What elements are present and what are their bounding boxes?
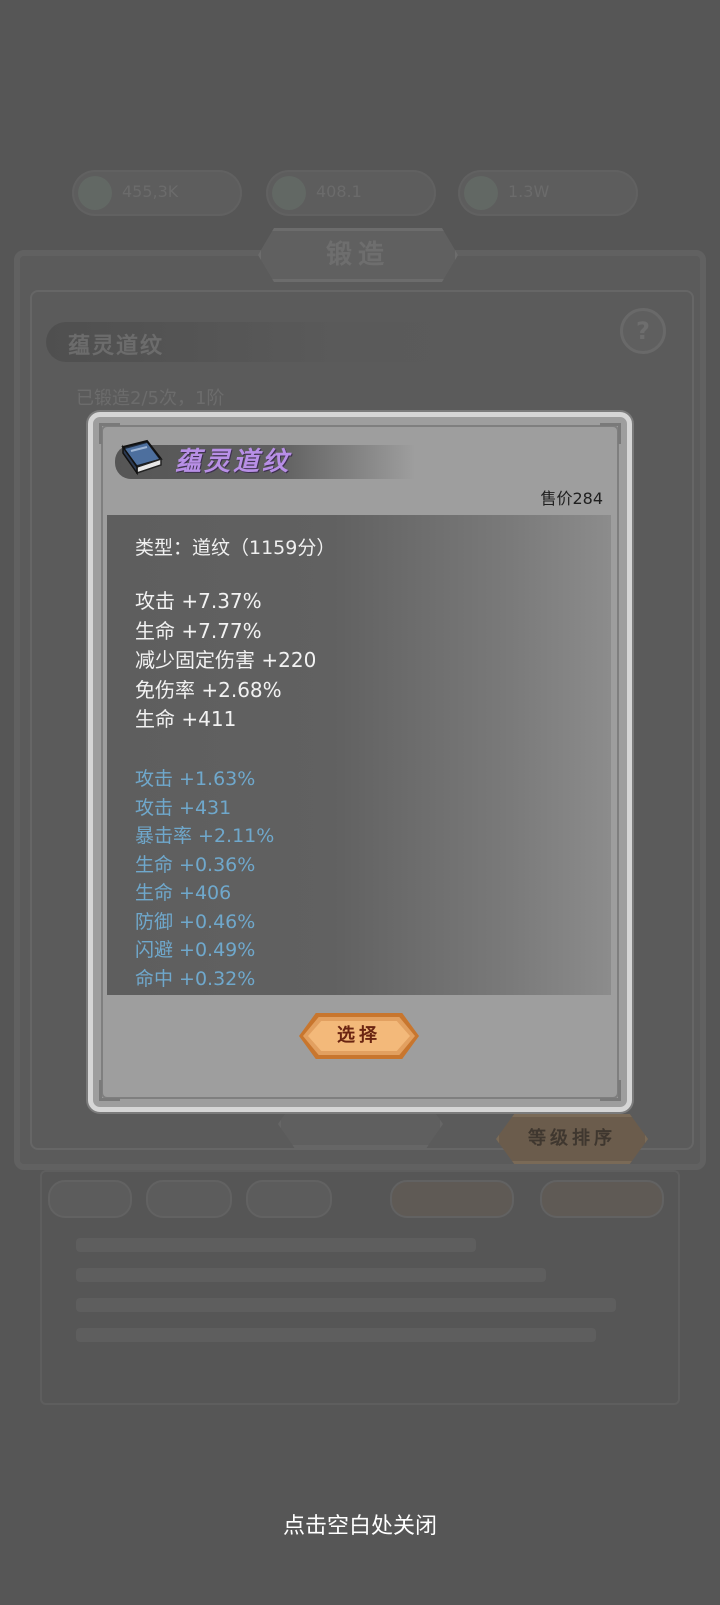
filter-pill[interactable] [390,1180,514,1218]
filter-pill[interactable] [48,1180,132,1218]
sub-stat: 命中 +0.32% [135,967,256,990]
main-stat: 生命 +7.77% [135,618,262,643]
summary-line [76,1298,616,1312]
resource-bar-2: 408.1 [266,170,436,216]
item-type-line: 类型：道纹（1159分） [135,537,336,559]
resource-value: 455,3K [122,182,179,201]
sell-price: 售价284 [540,489,603,508]
summary-line [76,1268,546,1282]
forge-tab: 锻造 [258,228,458,282]
corner-ornament [600,1080,621,1101]
item-name: 蕴灵道纹 [175,447,292,477]
filter-pill[interactable] [246,1180,332,1218]
resource-value: 1.3W [508,182,550,201]
sub-stat: 生命 +406 [135,882,232,904]
book-icon [121,439,163,476]
summary-line [76,1328,596,1342]
tap-to-close-hint: 点击空白处关闭 [282,1514,437,1539]
resource-bar-3: 1.3W [458,170,638,216]
summary-line [76,1238,476,1252]
sub-stat: 攻击 +431 [135,796,232,819]
item-detail-dialog: 蕴灵道纹 售价284 类型：道纹（1159分） 攻击 +7.37% 生命 +7.… [88,412,632,1112]
item-stats-panel: 类型：道纹（1159分） 攻击 +7.37% 生命 +7.77% 减少固定伤害 … [107,515,611,995]
select-button[interactable]: 选择 [299,1013,419,1059]
forge-tab-label: 锻造 [325,240,390,270]
level-sort-button[interactable]: 等级排序 [496,1114,648,1164]
resource-icon [78,176,112,210]
sub-stat: 攻击 +1.63% [135,768,256,790]
sub-stat: 暴击率 +2.11% [135,825,275,847]
forge-item-banner-label: 蕴灵道纹 [68,333,165,359]
resource-value: 408.1 [316,182,362,201]
corner-ornament [600,423,621,444]
main-stat: 减少固定伤害 +220 [135,648,317,672]
resource-bar-1: 455,3K [72,170,242,216]
forge-progress-text: 已锻造2/5次，1阶 [76,388,225,409]
resource-icon [464,176,498,210]
forge-item-banner: 蕴灵道纹 [46,322,466,362]
sub-stat: 防御 +0.46% [135,910,256,933]
filter-pill[interactable] [146,1180,232,1218]
corner-ornament [99,1080,120,1101]
select-button-label: 选择 [337,1025,381,1046]
main-stats-list: 攻击 +7.37% 生命 +7.77% 减少固定伤害 +220 免伤率 +2.6… [135,587,316,735]
sub-stats-list: 攻击 +1.63% 攻击 +431 暴击率 +2.11% 生命 +0.36% 生… [135,765,274,993]
sub-stat: 生命 +0.36% [135,853,256,876]
main-stat: 免伤率 +2.68% [135,677,282,702]
corner-ornament [99,423,120,444]
level-sort-button-label: 等级排序 [528,1128,616,1149]
main-stat: 攻击 +7.37% [135,589,262,613]
help-icon[interactable]: ? [620,308,666,354]
filter-pill[interactable] [540,1180,664,1218]
sub-stat: 闪避 +0.49% [135,939,256,961]
resource-icon [272,176,306,210]
main-stat: 生命 +411 [135,707,237,731]
